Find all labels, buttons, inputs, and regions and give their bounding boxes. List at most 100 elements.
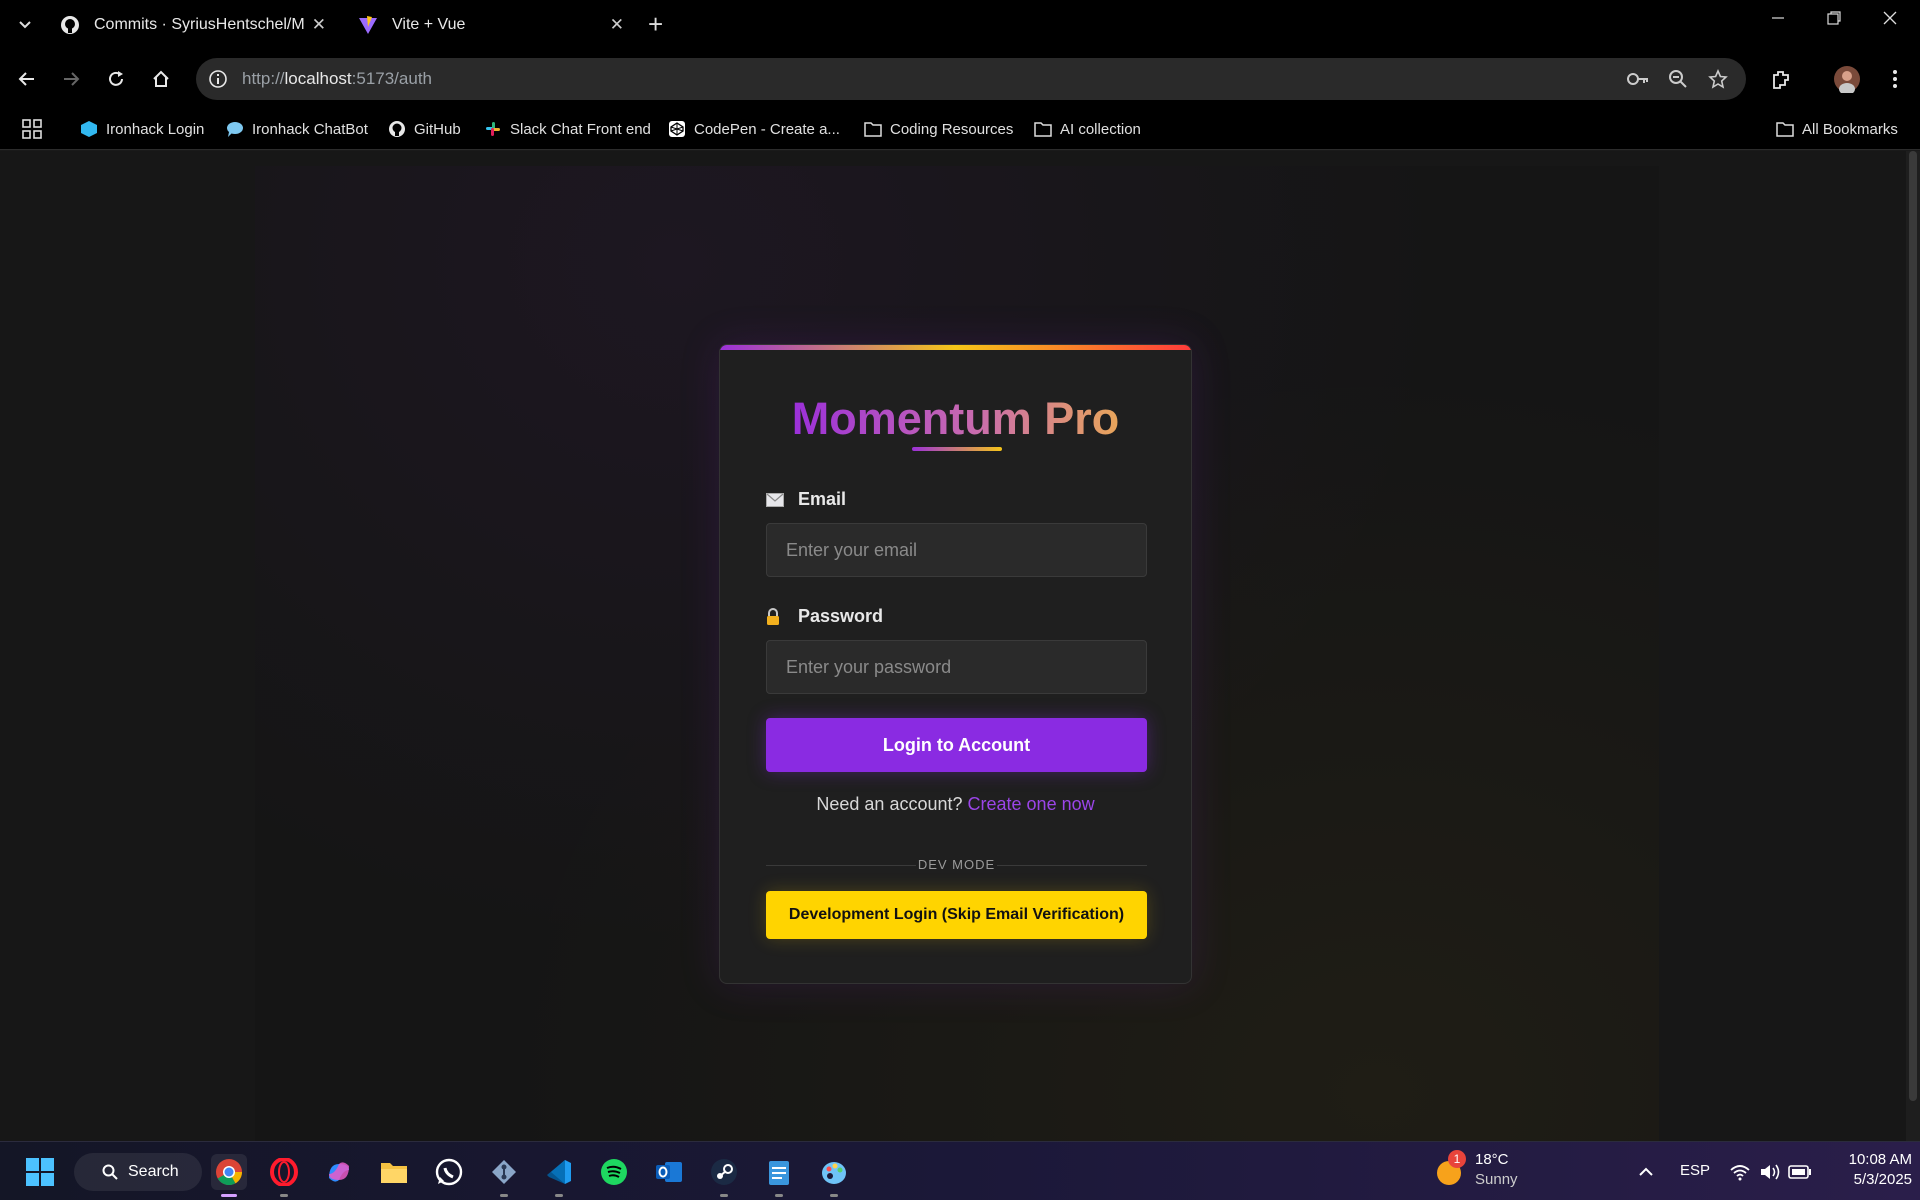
codepen-icon: [668, 120, 686, 138]
envelope-icon: [766, 492, 786, 507]
input-language[interactable]: ESP: [1680, 1162, 1710, 1179]
taskbar-search[interactable]: Search: [74, 1153, 202, 1191]
tab-vite-vue[interactable]: Vite + Vue ✕: [344, 8, 634, 42]
browser-menu-icon[interactable]: [1880, 64, 1910, 94]
page-viewport: Momentum Pro Email Password Login to Acc…: [0, 151, 1920, 1141]
dev-login-button[interactable]: Development Login (Skip Email Verificati…: [766, 891, 1147, 939]
clock-time[interactable]: 10:08 AM: [1832, 1151, 1912, 1168]
opera-icon[interactable]: [266, 1154, 302, 1197]
tab-title: Commits · SyriusHentschel/Mor: [94, 16, 304, 33]
folder-icon: [1776, 120, 1794, 138]
bookmark-slack[interactable]: Slack Chat Front end: [484, 116, 651, 142]
bookmark-label: AI collection: [1060, 120, 1141, 138]
bookmark-codepen[interactable]: CodePen - Create a...: [668, 116, 840, 142]
windows-start-icon[interactable]: [22, 1154, 58, 1190]
url-text: http://localhost:5173/auth: [242, 69, 432, 88]
new-tab-button[interactable]: +: [648, 11, 663, 37]
password-input[interactable]: [766, 640, 1147, 694]
bookmark-label: Ironhack ChatBot: [252, 120, 368, 138]
lock-icon: [766, 607, 786, 626]
restore-icon[interactable]: [1826, 10, 1842, 31]
password-key-icon[interactable]: [1626, 69, 1650, 94]
running-indicator: [830, 1194, 838, 1197]
clock-date[interactable]: 5/3/2025: [1832, 1171, 1912, 1188]
bookmark-folder-ai-collection[interactable]: AI collection: [1034, 116, 1141, 142]
login-button[interactable]: Login to Account: [766, 718, 1147, 772]
github-icon: [60, 15, 80, 35]
tab-search-chevron-icon[interactable]: [12, 12, 38, 38]
close-window-icon[interactable]: [1882, 10, 1898, 31]
signup-prompt-text: Need an account?: [816, 794, 963, 814]
running-indicator: [555, 1194, 563, 1197]
signup-prompt: Need an account? Create one now: [720, 794, 1191, 815]
weather-temperature: 18°C: [1475, 1151, 1509, 1168]
password-label: Password: [766, 606, 883, 627]
email-label: Email: [766, 489, 846, 510]
file-explorer-icon[interactable]: [376, 1154, 412, 1190]
battery-icon[interactable]: [1782, 1154, 1818, 1190]
vscode-icon[interactable]: [541, 1154, 577, 1197]
scrollbar-thumb[interactable]: [1909, 151, 1917, 1101]
tab-close-icon[interactable]: ✕: [610, 15, 624, 35]
extensions-icon[interactable]: [1766, 64, 1796, 94]
email-label-text: Email: [798, 489, 847, 509]
forward-icon[interactable]: [56, 64, 86, 94]
github-icon: [388, 120, 406, 138]
spotify-icon[interactable]: [596, 1154, 632, 1190]
bookmarks-bar: Ironhack Login Ironhack ChatBot GitHub S…: [0, 108, 1920, 150]
tab-title: Vite + Vue: [392, 16, 466, 33]
address-bar[interactable]: http://localhost:5173/auth: [196, 58, 1746, 100]
profile-avatar[interactable]: [1832, 64, 1862, 94]
paint-icon[interactable]: [816, 1154, 852, 1197]
bookmark-star-icon[interactable]: [1708, 68, 1728, 94]
tray-chevron-up-icon[interactable]: [1628, 1154, 1664, 1190]
bookmark-label: Coding Resources: [890, 120, 1014, 138]
brand-underline: [912, 447, 1002, 451]
all-bookmarks-folder[interactable]: All Bookmarks: [1776, 116, 1898, 142]
folder-icon: [1034, 120, 1052, 138]
copilot-icon[interactable]: [321, 1154, 357, 1190]
bookmark-ironhack-chatbot[interactable]: Ironhack ChatBot: [226, 116, 368, 142]
bookmark-ironhack-login[interactable]: Ironhack Login: [80, 116, 204, 142]
tab-close-icon[interactable]: ✕: [312, 15, 326, 35]
windows-taskbar: Search 1 18°C Sunny ESP 10:08 AM 5/3/202…: [0, 1141, 1920, 1200]
whatsapp-icon[interactable]: [431, 1154, 467, 1190]
apps-grid-icon[interactable]: [22, 116, 42, 142]
chat-bubble-icon: [226, 120, 244, 138]
create-account-link[interactable]: Create one now: [968, 794, 1095, 814]
active-indicator: [221, 1194, 237, 1197]
outlook-icon[interactable]: [651, 1154, 687, 1190]
notepad-icon[interactable]: [761, 1154, 797, 1197]
taskbar-search-label: Search: [128, 1163, 179, 1180]
browser-toolbar: http://localhost:5173/auth: [0, 50, 1920, 108]
bookmark-label: GitHub: [414, 120, 461, 138]
slack-icon: [484, 120, 502, 138]
email-input[interactable]: [766, 523, 1147, 577]
running-indicator: [500, 1194, 508, 1197]
steam-icon[interactable]: [706, 1154, 742, 1197]
bookmark-folder-coding-resources[interactable]: Coding Resources: [864, 116, 1013, 142]
back-icon[interactable]: [12, 64, 42, 94]
password-label-text: Password: [798, 606, 884, 626]
bookmark-label: Slack Chat Front end: [510, 120, 651, 138]
card-gradient-bar: [720, 345, 1191, 350]
login-card: Momentum Pro Email Password Login to Acc…: [719, 344, 1192, 984]
brand-title: Momentum Pro: [791, 393, 1120, 444]
page-scrollbar[interactable]: [1906, 151, 1920, 1141]
bookmark-github[interactable]: GitHub: [388, 116, 461, 142]
vite-icon: [358, 15, 378, 35]
running-indicator: [280, 1194, 288, 1197]
minimize-icon[interactable]: [1770, 10, 1786, 31]
folder-icon: [864, 120, 882, 138]
site-info-icon[interactable]: [208, 69, 228, 94]
home-icon[interactable]: [146, 64, 176, 94]
reload-icon[interactable]: [101, 64, 131, 94]
chrome-icon[interactable]: [211, 1154, 247, 1197]
tab-strip: Commits · SyriusHentschel/Mor ✕ Vite + V…: [0, 0, 1920, 50]
running-indicator: [775, 1194, 783, 1197]
git-tool-icon[interactable]: [486, 1154, 522, 1197]
all-bookmarks-label: All Bookmarks: [1802, 120, 1898, 138]
divider-text: DEV MODE: [917, 857, 996, 872]
zoom-icon[interactable]: [1668, 69, 1688, 94]
tab-commits[interactable]: Commits · SyriusHentschel/Mor ✕: [46, 8, 336, 42]
